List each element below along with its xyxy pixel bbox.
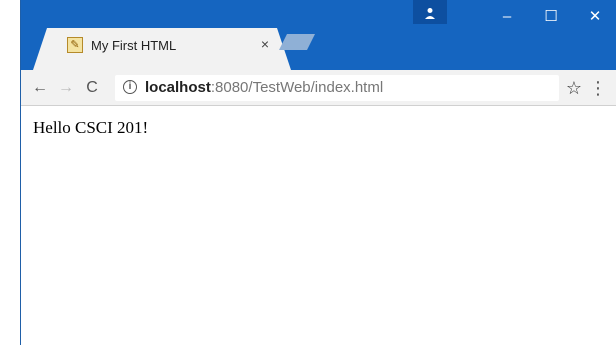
new-tab-button[interactable] [279,34,315,50]
page-body-text: Hello CSCI 201! [33,118,149,137]
reload-button[interactable]: C [81,77,103,99]
menu-icon[interactable]: ⋮ [589,77,607,99]
minimize-button[interactable]: – [485,0,529,34]
page-content: Hello CSCI 201! [21,106,616,345]
bookmark-star-icon[interactable]: ☆ [563,77,585,99]
close-window-button[interactable]: ✕ [573,0,616,34]
maximize-button[interactable]: ☐ [529,0,573,34]
html-file-icon: ✎ [67,37,83,53]
toolbar: ← → C i localhost:8080/TestWeb/index.htm… [21,70,616,106]
url-path: :8080/TestWeb/index.html [210,79,384,96]
url-host: localhost [145,79,211,96]
address-bar[interactable]: i localhost:8080/TestWeb/index.html [115,75,559,101]
profile-icon[interactable] [413,0,447,24]
url-text[interactable]: localhost:8080/TestWeb/index.html [145,79,383,96]
forward-button[interactable]: → [55,77,77,99]
tab-close-button[interactable]: × [257,36,273,52]
tab-title: My First HTML [91,38,177,53]
info-icon[interactable]: i [123,80,137,94]
browser-window: ✎ My First HTML × – ☐ ✕ ← → C i localhos… [20,0,616,345]
title-bar: ✎ My First HTML × – ☐ ✕ [21,0,616,70]
tab-active[interactable]: ✎ My First HTML × [33,28,291,70]
back-button[interactable]: ← [29,77,51,99]
